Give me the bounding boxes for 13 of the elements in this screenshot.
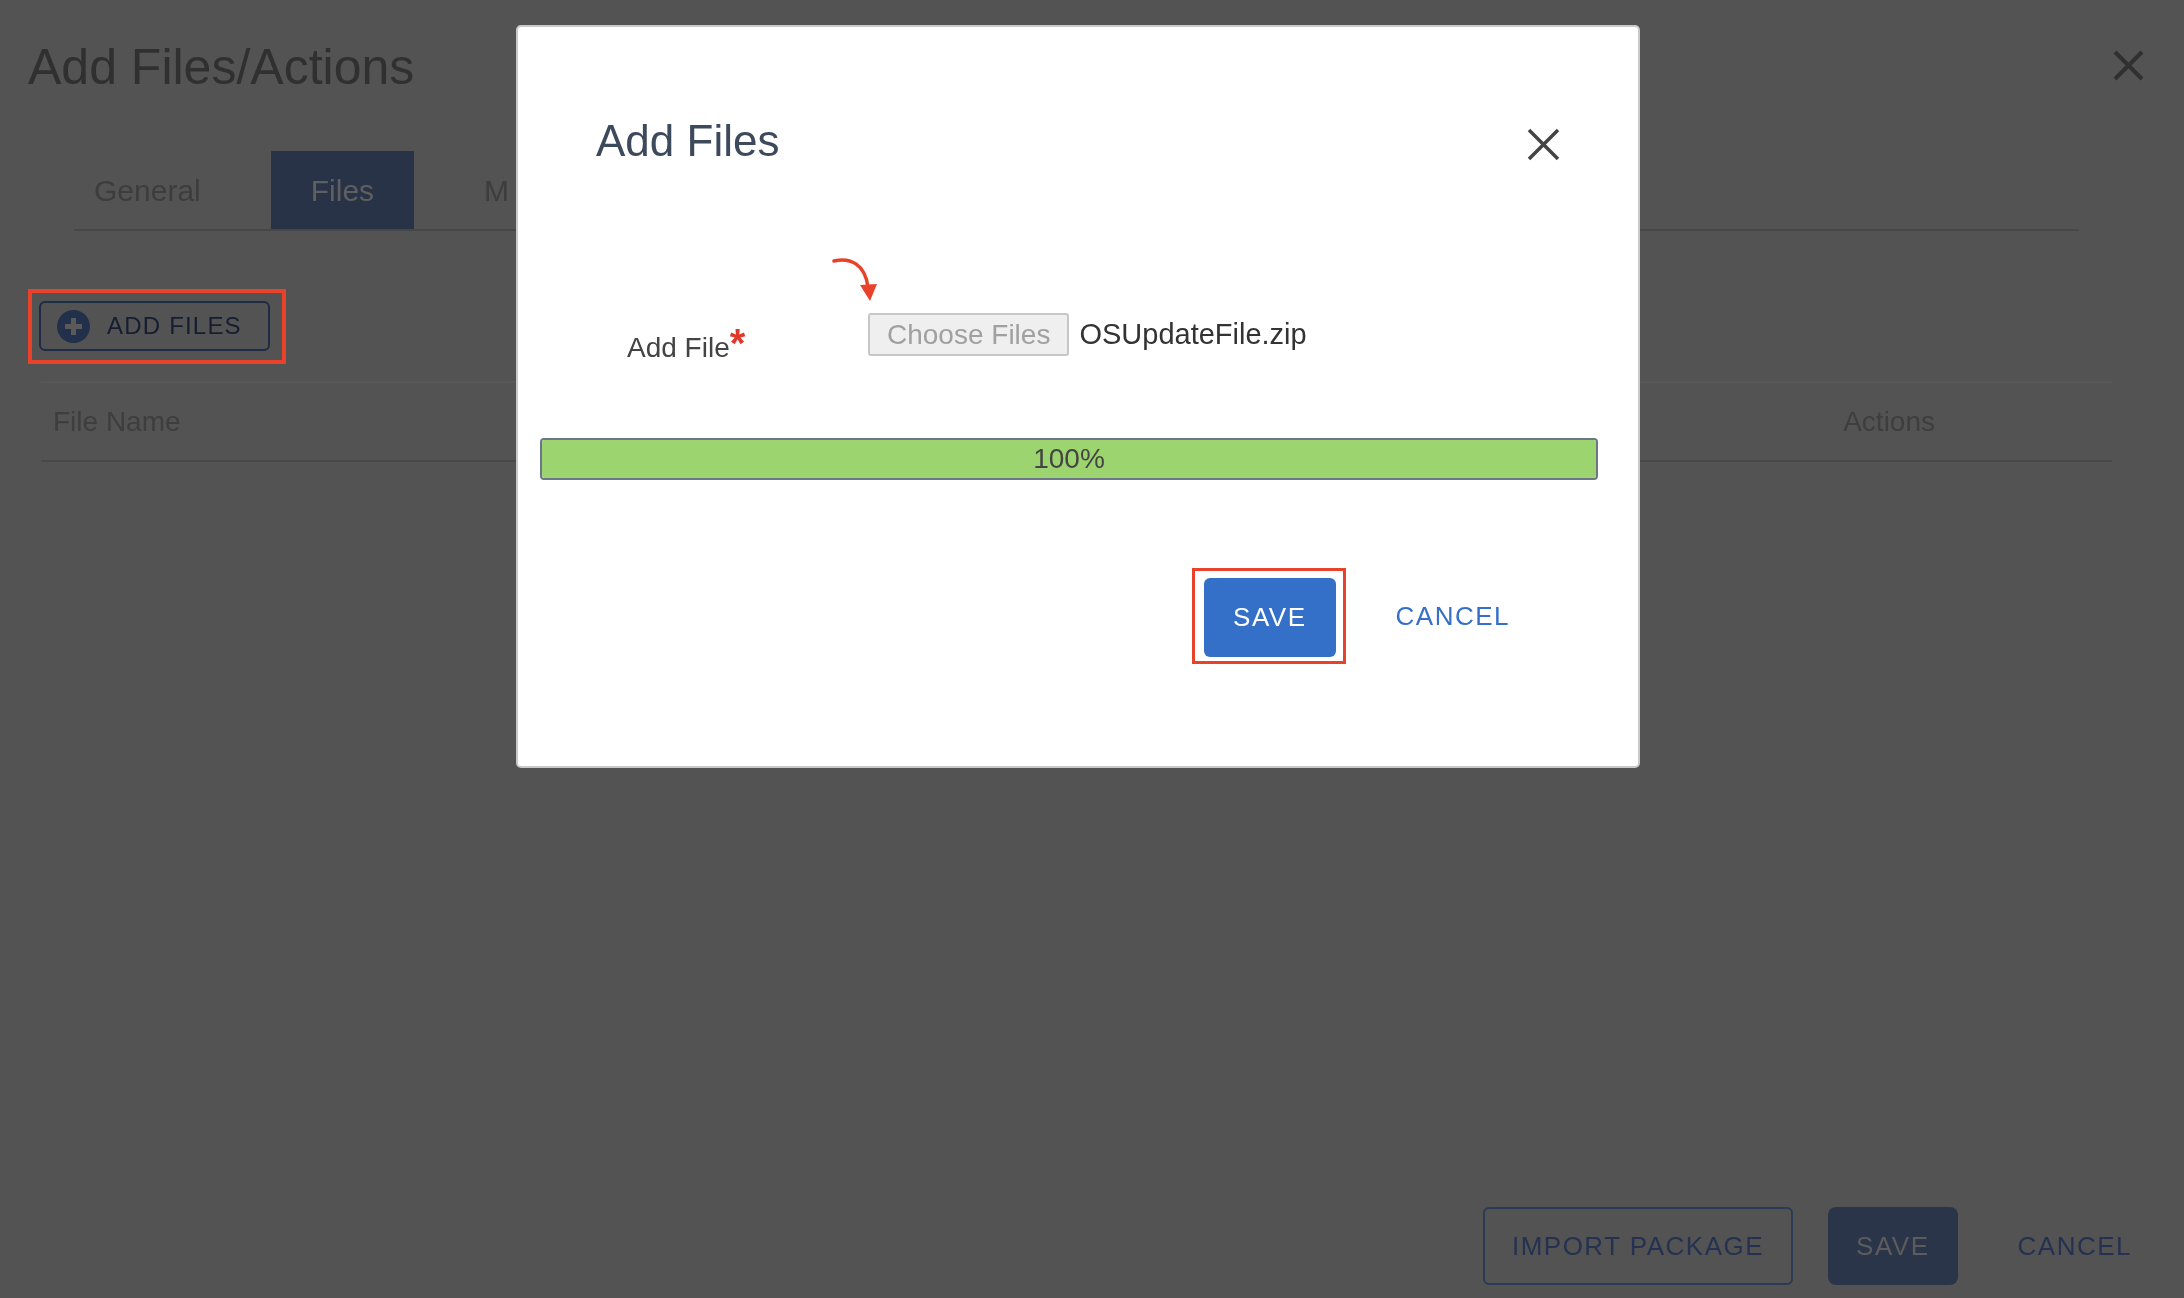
add-files-button[interactable]: ADD FILES [39, 301, 270, 351]
required-mark: * [729, 322, 746, 363]
file-name: OSUpdateFile.zip [1079, 316, 1307, 352]
close-icon [2113, 50, 2144, 81]
field-label: Add File [627, 331, 730, 365]
cancel-button[interactable]: CANCEL [1395, 596, 1510, 636]
close-icon [1527, 128, 1560, 161]
dialog-title: Add Files [596, 115, 780, 167]
plus-circle-icon [57, 309, 90, 343]
progress-reading: 100% [1033, 444, 1105, 475]
close-button[interactable] [1527, 128, 1560, 161]
choose-files-button[interactable]: Choose Files [868, 313, 1070, 357]
save-button[interactable]: SAVE [1204, 578, 1336, 658]
